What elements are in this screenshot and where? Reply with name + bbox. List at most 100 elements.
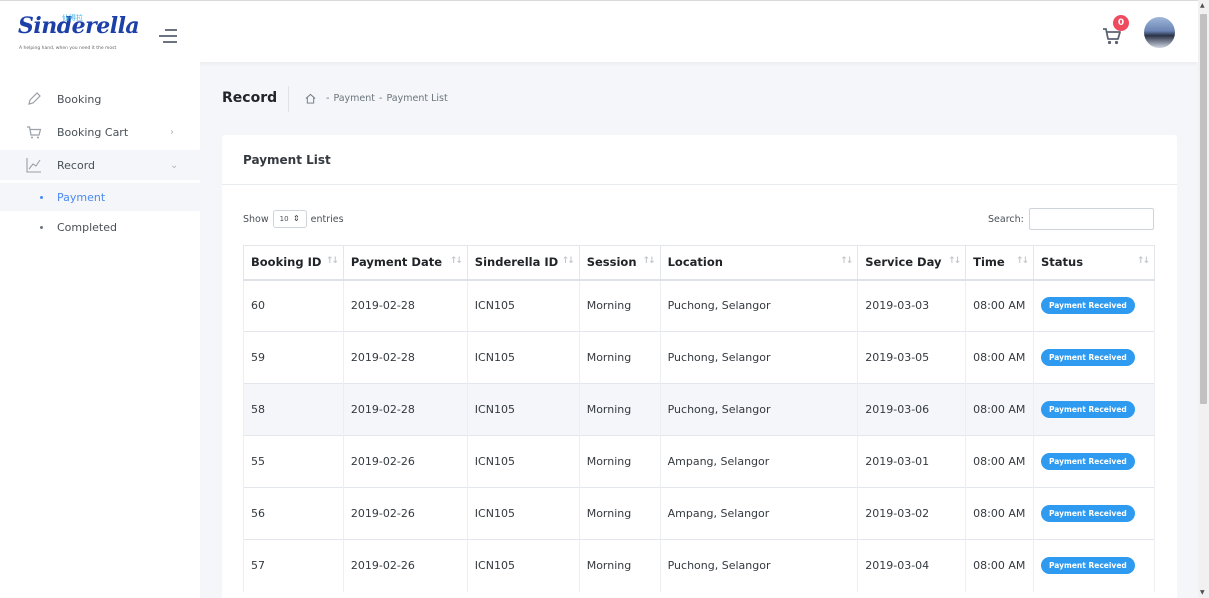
cell-location: Puchong, Selangor: [659, 383, 859, 436]
sidebar-item-record[interactable]: Record ⌄: [0, 150, 200, 180]
cell-booking-id: 58: [243, 383, 344, 436]
cell-location: Puchong, Selangor: [659, 539, 859, 592]
breadcrumb-item-payment[interactable]: Payment: [333, 93, 375, 104]
cell-time: 08:00 AM: [965, 539, 1035, 592]
cell-sinderella-id: ICN105: [466, 487, 580, 540]
scrollbar-thumb[interactable]: [1200, 14, 1207, 404]
column-label: Service Day: [865, 255, 942, 270]
column-label: Booking ID: [251, 255, 322, 270]
column-header-sinderella-id[interactable]: Sinderella ID ↑↓: [466, 245, 580, 281]
scroll-down-icon[interactable]: ▼: [1200, 589, 1205, 596]
status-badge: Payment Received: [1041, 505, 1135, 522]
page-scrollbar[interactable]: ▲ ▼: [1198, 0, 1209, 598]
cell-booking-id: 55: [243, 435, 344, 488]
cell-service-day: 2019-03-02: [857, 487, 967, 540]
cell-service-day: 2019-03-06: [857, 383, 967, 436]
cell-time: 08:00 AM: [965, 279, 1035, 332]
entries-select[interactable]: 10 ⇕: [272, 210, 307, 228]
column-label: Sinderella ID: [474, 255, 559, 270]
cell-sinderella-id: ICN105: [466, 383, 580, 436]
bullet-icon: [40, 196, 43, 199]
table-search: Search:: [988, 208, 1154, 230]
cell-payment-date: 2019-02-28: [342, 383, 468, 436]
cell-sinderella-id: ICN105: [466, 331, 580, 384]
column-header-time[interactable]: Time ↑↓: [965, 245, 1035, 281]
menu-toggle-icon[interactable]: [155, 29, 177, 43]
breadcrumb-divider: [288, 86, 289, 112]
sort-icon: ↑↓: [948, 256, 961, 266]
cell-status: Payment Received: [1033, 383, 1155, 436]
cell-status: Payment Received: [1033, 279, 1155, 332]
column-header-location[interactable]: Location ↑↓: [659, 245, 859, 281]
table-row: 58 2019-02-28 ICN105 Morning Puchong, Se…: [243, 383, 1155, 436]
chart-icon: [26, 158, 41, 173]
cart-icon: [27, 126, 42, 139]
cell-location: Puchong, Selangor: [659, 279, 859, 332]
scroll-up-icon[interactable]: ▲: [1200, 2, 1205, 9]
chevron-down-icon: ⌄: [170, 159, 179, 171]
breadcrumb-separator: -: [379, 93, 383, 104]
entries-label: entries: [310, 213, 344, 225]
sort-icon: ↑↓: [449, 256, 463, 266]
column-label: Status: [1041, 255, 1084, 270]
sort-icon: ↑↓: [325, 256, 339, 266]
column-header-service-day[interactable]: Service Day ↑↓: [857, 245, 967, 281]
cell-session: Morning: [578, 487, 661, 540]
breadcrumb: - Payment - Payment List: [305, 93, 448, 104]
cell-location: Puchong, Selangor: [659, 331, 859, 384]
status-badge: Payment Received: [1041, 297, 1135, 315]
table-row: 59 2019-02-28 ICN105 Morning Puchong, Se…: [243, 331, 1155, 384]
search-label: Search:: [988, 213, 1024, 225]
show-label: Show: [243, 213, 269, 225]
cell-location: Ampang, Selangor: [659, 487, 859, 540]
status-badge: Payment Received: [1041, 453, 1135, 470]
cell-sinderella-id: ICN105: [466, 435, 580, 488]
table-row: 56 2019-02-26 ICN105 Morning Ampang, Sel…: [243, 487, 1155, 540]
column-header-payment-date[interactable]: Payment Date ↑↓: [342, 245, 468, 281]
sidebar-item-booking-cart[interactable]: Booking Cart ›: [0, 117, 200, 147]
cell-service-day: 2019-03-01: [857, 435, 967, 488]
sidebar-item-label: Record: [57, 158, 96, 172]
logo[interactable]: Sinderella 仙得拉 A helping hand, when you …: [18, 13, 140, 53]
search-input[interactable]: [1028, 208, 1154, 230]
cell-payment-date: 2019-02-26: [342, 487, 468, 540]
cell-payment-date: 2019-02-26: [342, 539, 468, 592]
cart-button[interactable]: 0: [1102, 15, 1129, 47]
cell-payment-date: 2019-02-26: [342, 435, 468, 488]
column-label: Location: [667, 255, 723, 270]
status-badge: Payment Received: [1041, 557, 1135, 575]
sidebar: Booking Booking Cart › Record ⌄ Payment …: [0, 62, 200, 598]
sidebar-subitem-label: Payment: [57, 190, 106, 204]
sort-icon: ↑↓: [561, 256, 575, 266]
cell-payment-date: 2019-02-28: [342, 331, 468, 384]
cell-time: 08:00 AM: [965, 383, 1035, 436]
column-header-booking-id[interactable]: Booking ID ↑↓: [243, 245, 344, 281]
sidebar-subitem-completed[interactable]: Completed: [0, 213, 200, 241]
cell-booking-id: 57: [243, 539, 344, 592]
breadcrumb-item-payment-list: Payment List: [386, 93, 448, 104]
sidebar-item-label: Booking: [57, 92, 102, 106]
bullet-icon: [40, 226, 43, 229]
cell-time: 08:00 AM: [965, 331, 1035, 384]
cell-status: Payment Received: [1033, 539, 1155, 592]
pen-icon: [28, 92, 41, 105]
status-badge: Payment Received: [1041, 349, 1135, 366]
logo-chinese: 仙得拉: [62, 14, 83, 22]
cell-status: Payment Received: [1033, 435, 1155, 488]
avatar[interactable]: [1144, 17, 1175, 48]
sidebar-subitem-payment[interactable]: Payment: [0, 183, 200, 211]
cell-time: 08:00 AM: [965, 487, 1035, 540]
home-icon[interactable]: [305, 93, 316, 104]
sort-icon: ↑↓: [642, 256, 656, 266]
cell-service-day: 2019-03-04: [857, 539, 967, 592]
cell-status: Payment Received: [1033, 487, 1155, 540]
status-badge: Payment Received: [1041, 401, 1135, 418]
sidebar-item-booking[interactable]: Booking: [0, 84, 200, 114]
column-label: Payment Date: [350, 255, 443, 270]
cell-session: Morning: [578, 383, 661, 436]
table-row: 57 2019-02-26 ICN105 Morning Puchong, Se…: [243, 539, 1155, 592]
column-header-status[interactable]: Status ↑↓: [1033, 245, 1155, 281]
chevron-right-icon: ›: [170, 126, 174, 138]
column-header-session[interactable]: Session ↑↓: [578, 245, 661, 281]
cell-payment-date: 2019-02-28: [342, 279, 468, 332]
